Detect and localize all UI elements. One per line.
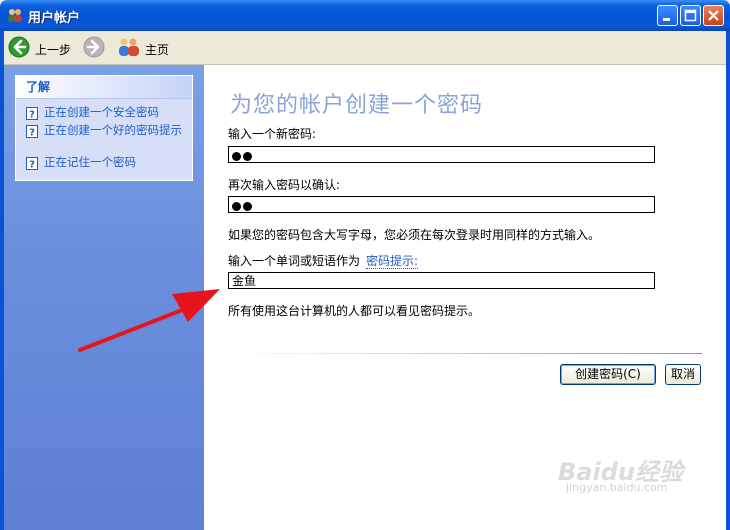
password-mask: [232, 200, 254, 214]
sidebar-item-label: 正在创建一个安全密码: [44, 105, 159, 119]
toolbar: 上一步 主页: [4, 31, 726, 65]
watermark-url: jingyan.baidu.com: [566, 481, 668, 494]
red-arrow-annotation-icon: [78, 289, 220, 352]
minimize-button[interactable]: [657, 5, 678, 26]
minimize-icon: [663, 18, 670, 21]
back-arrow-icon: [8, 36, 30, 58]
window-frame-right: [726, 31, 730, 530]
window-title: 用户帐户: [28, 11, 81, 26]
case-sensitivity-note: 如果您的密码包含大写字母，您必须在每次登录时用同样的方式输入。: [228, 228, 601, 242]
new-password-field[interactable]: [228, 146, 655, 163]
help-icon: ?: [26, 107, 38, 120]
home-label: 主页: [145, 43, 170, 57]
hint-label-text: 输入一个单词或短语作为: [228, 254, 361, 268]
hint-label: 输入一个单词或短语作为 密码提示:: [228, 252, 419, 269]
close-icon: [708, 10, 719, 21]
maximize-button[interactable]: [680, 5, 701, 26]
back-label: 上一步: [35, 43, 72, 57]
password-hint-input[interactable]: [230, 273, 654, 288]
page-title: 为您的帐户创建一个密码: [230, 93, 484, 118]
new-password-label: 输入一个新密码:: [228, 127, 317, 141]
help-icon: ?: [26, 157, 38, 170]
svg-text:?: ?: [29, 110, 35, 121]
learn-about-heading: 了解: [16, 76, 192, 99]
users-home-icon: [119, 38, 139, 56]
learn-about-box: 了解 ? 正在创建一个安全密码 ? 正在创建一个好的密码提示 ? 正在记住一个密…: [15, 75, 193, 181]
hint-visibility-note: 所有使用这台计算机的人都可以看见密码提示。: [228, 304, 481, 318]
confirm-password-field[interactable]: [228, 196, 655, 213]
create-password-button[interactable]: 创建密码(C): [560, 364, 656, 385]
title-bar: 用户帐户: [0, 0, 730, 31]
sidebar-item-label: 正在创建一个好的密码提示: [44, 123, 182, 137]
baidu-watermark: Baidu经验 jingyan.baidu.com: [558, 448, 718, 498]
password-mask: [232, 150, 254, 164]
password-hint-link[interactable]: 密码提示:: [366, 254, 419, 269]
learn-about-list: ? 正在创建一个安全密码 ? 正在创建一个好的密码提示 ? 正在记住一个密码: [16, 99, 192, 180]
user-accounts-icon: [8, 9, 22, 22]
maximize-icon: [684, 9, 697, 22]
password-hint-field[interactable]: [228, 272, 655, 289]
separator-line: [228, 353, 702, 354]
confirm-password-label: 再次输入密码以确认:: [228, 178, 341, 192]
svg-text:?: ?: [29, 160, 35, 171]
close-button[interactable]: [703, 5, 724, 26]
svg-text:?: ?: [29, 128, 35, 139]
cancel-button[interactable]: 取消: [665, 364, 701, 385]
forward-arrow-icon[interactable]: [83, 36, 105, 58]
sidebar-item-label: 正在记住一个密码: [44, 155, 136, 169]
help-icon: ?: [26, 125, 38, 138]
